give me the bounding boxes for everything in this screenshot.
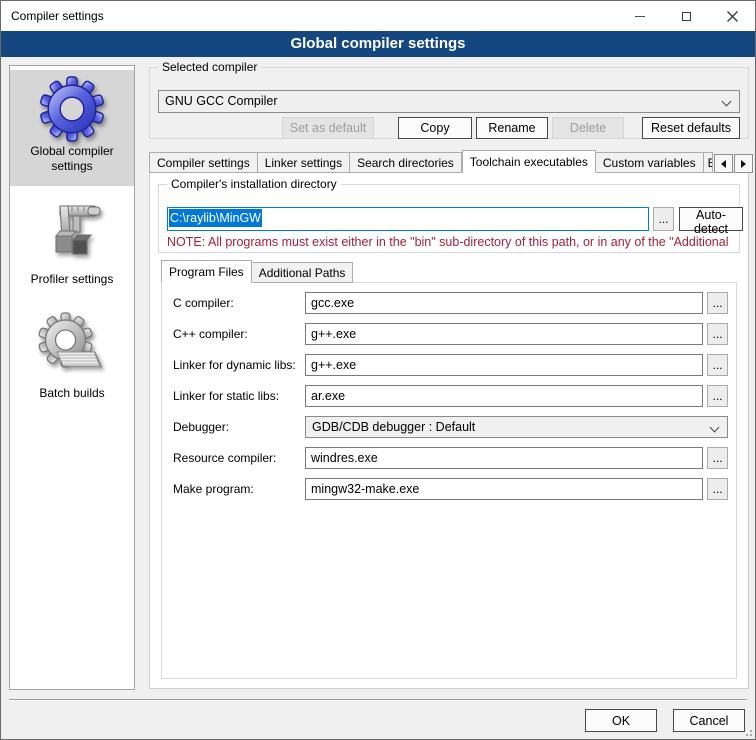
install-directory-group-label: Compiler's installation directory [167, 177, 341, 192]
set-as-default-button[interactable]: Set as default [282, 117, 374, 139]
main-tabstrip: Compiler settings Linker settings Search… [149, 150, 749, 173]
tab-compiler-settings[interactable]: Compiler settings [149, 152, 258, 173]
chevron-down-icon [710, 423, 720, 433]
caption-buttons [617, 1, 755, 31]
sidebar-item-global-compiler-settings[interactable]: Global compiler settings [10, 70, 134, 186]
tab-scroll-left-button[interactable] [714, 154, 733, 173]
delete-button[interactable]: Delete [552, 117, 624, 139]
tab-linker-settings[interactable]: Linker settings [258, 152, 350, 173]
dialog-banner: Global compiler settings [1, 31, 755, 57]
browse-c-compiler-button[interactable]: ... [707, 292, 728, 314]
sidebar-item-batch-builds[interactable]: Batch builds [10, 306, 134, 418]
subtab-additional-paths[interactable]: Additional Paths [252, 262, 354, 283]
static-linker-input[interactable] [305, 385, 703, 407]
settings-sidebar: Global compiler settings [9, 65, 135, 690]
compiler-select-value: GNU GCC Compiler [165, 94, 278, 108]
maximize-button[interactable] [663, 1, 709, 31]
browse-cpp-compiler-button[interactable]: ... [707, 323, 728, 345]
sidebar-item-label: Batch builds [35, 384, 108, 407]
make-program-label: Make program: [173, 478, 254, 500]
tab-custom-variables[interactable]: Custom variables [596, 152, 704, 173]
install-directory-note: NOTE: All programs must exist either in … [167, 235, 738, 249]
sidebar-item-profiler-settings[interactable]: Profiler settings [10, 194, 134, 294]
rename-button[interactable]: Rename [476, 117, 548, 139]
browse-make-program-button[interactable]: ... [707, 478, 728, 500]
batch-builds-icon [37, 312, 107, 384]
install-directory-group: Compiler's installation directory C:\ray… [158, 184, 740, 253]
tab-build-options[interactable]: Build [704, 152, 713, 173]
static-linker-label: Linker for static libs: [173, 385, 279, 407]
copy-button[interactable]: Copy [398, 117, 472, 139]
arrow-right-icon [741, 160, 746, 168]
dynamic-linker-input[interactable] [305, 354, 703, 376]
title-bar: Compiler settings [1, 1, 755, 31]
tab-scroll-arrows [713, 154, 753, 173]
programs-subtabstrip: Program Files Additional Paths [161, 260, 353, 283]
browse-static-linker-button[interactable]: ... [707, 385, 728, 407]
compiler-settings-dialog: Compiler settings Global compiler settin… [0, 0, 756, 740]
window-title: Compiler settings [11, 9, 104, 23]
ok-button[interactable]: OK [585, 709, 657, 732]
debugger-select-value: GDB/CDB debugger : Default [312, 420, 475, 434]
selected-compiler-group: Selected compiler GNU GCC Compiler Set a… [149, 67, 749, 139]
browse-resource-compiler-button[interactable]: ... [707, 447, 728, 469]
sidebar-item-label: Profiler settings [27, 270, 118, 293]
minimize-button[interactable] [617, 1, 663, 31]
install-directory-input[interactable]: C:\raylib\MinGW [167, 207, 649, 231]
browse-dynamic-linker-button[interactable]: ... [707, 354, 728, 376]
subtab-program-files[interactable]: Program Files [161, 260, 252, 283]
reset-defaults-button[interactable]: Reset defaults [642, 117, 740, 139]
cancel-button[interactable]: Cancel [673, 709, 745, 732]
selected-compiler-group-label: Selected compiler [158, 60, 261, 75]
footer-separator [9, 699, 747, 701]
maximize-icon [682, 12, 691, 21]
close-button[interactable] [709, 1, 755, 31]
resource-compiler-label: Resource compiler: [173, 447, 276, 469]
debugger-label: Debugger: [173, 416, 229, 438]
chevron-down-icon [722, 97, 732, 107]
cpp-compiler-input[interactable] [305, 323, 703, 345]
close-icon [727, 11, 738, 22]
gear-icon [39, 76, 105, 142]
browse-install-directory-button[interactable]: ... [653, 207, 674, 231]
install-directory-selected-text: C:\raylib\MinGW [169, 209, 262, 227]
arrow-left-icon [721, 160, 726, 168]
compiler-select[interactable]: GNU GCC Compiler [158, 90, 740, 113]
make-program-input[interactable] [305, 478, 703, 500]
minimize-icon [635, 16, 645, 17]
cpp-compiler-label: C++ compiler: [173, 323, 248, 345]
c-compiler-label: C compiler: [173, 292, 234, 314]
tab-toolchain-executables[interactable]: Toolchain executables [462, 150, 596, 173]
resource-compiler-input[interactable] [305, 447, 703, 469]
dynamic-linker-label: Linker for dynamic libs: [173, 354, 296, 376]
resize-grip[interactable] [743, 727, 753, 737]
tab-scroll-right-button[interactable] [734, 154, 753, 173]
debugger-select[interactable]: GDB/CDB debugger : Default [305, 416, 728, 438]
c-compiler-input[interactable] [305, 292, 703, 314]
sidebar-item-label: Global compiler settings [10, 142, 134, 180]
program-files-page: C compiler: ... C++ compiler: ... Linker… [161, 282, 737, 679]
caliper-icon [40, 200, 104, 270]
auto-detect-button[interactable]: Auto-detect [679, 207, 743, 231]
toolchain-executables-page: Compiler's installation directory C:\ray… [149, 172, 749, 689]
tab-search-directories[interactable]: Search directories [350, 152, 462, 173]
